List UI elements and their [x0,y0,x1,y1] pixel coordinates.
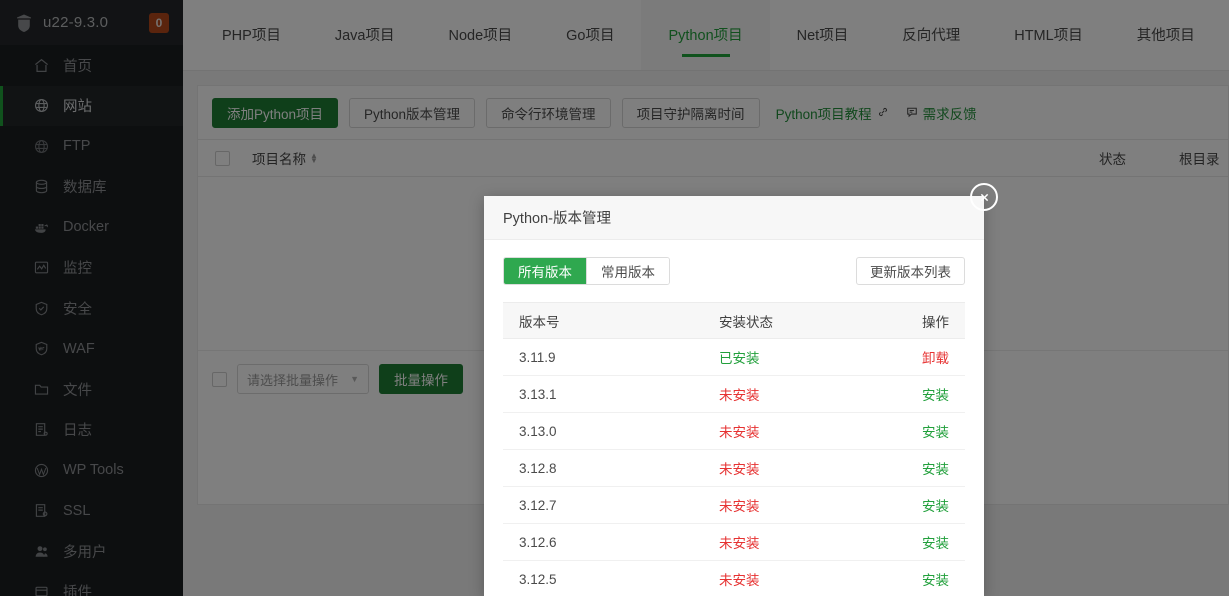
version-number: 3.11.9 [519,349,556,365]
modal-title: Python-版本管理 [484,196,984,240]
column-header-install-status: 安装状态 [719,314,773,330]
table-row: 3.12.7 未安装 安装 [503,487,965,524]
modal-controls-row: 所有版本 常用版本 更新版本列表 [503,257,965,285]
install-status: 未安装 [719,536,760,551]
install-status: 已安装 [719,351,760,366]
install-action-link[interactable]: 安装 [909,569,949,589]
install-action-link[interactable]: 安装 [909,532,949,552]
app-root: u22-9.3.0 0 首页 网站 [0,0,1229,596]
version-number: 3.12.5 [519,571,557,587]
python-version-manager-modal: Python-版本管理 所有版本 常用版本 更新版本列表 版本号 安装状态 操作… [484,196,984,596]
install-action-link[interactable]: 安装 [909,421,949,441]
install-status: 未安装 [719,499,760,514]
install-status: 未安装 [719,425,760,440]
install-action-link[interactable]: 安装 [909,384,949,404]
table-row: 3.13.1 未安装 安装 [503,376,965,413]
install-action-link[interactable]: 安装 [909,495,949,515]
install-action-link[interactable]: 安装 [909,458,949,478]
modal-body: 所有版本 常用版本 更新版本列表 版本号 安装状态 操作 3.11.9 已安装 … [484,240,984,596]
modal-close-button[interactable] [970,183,998,211]
column-header-action: 操作 [922,314,949,330]
refresh-version-list-button[interactable]: 更新版本列表 [856,257,965,285]
install-status: 未安装 [719,462,760,477]
version-number: 3.12.6 [519,534,557,550]
version-table: 版本号 安装状态 操作 3.11.9 已安装 卸载 3.13.1 未安装 安装 … [503,302,965,596]
segment-common-versions[interactable]: 常用版本 [586,258,669,284]
table-row: 3.11.9 已安装 卸载 [503,339,965,376]
version-table-header: 版本号 安装状态 操作 [503,302,965,339]
version-number: 3.12.8 [519,460,557,476]
table-row: 3.12.6 未安装 安装 [503,524,965,561]
install-status: 未安装 [719,388,760,403]
version-filter-segmented-control: 所有版本 常用版本 [503,257,670,285]
segment-all-versions[interactable]: 所有版本 [504,258,586,284]
table-row: 3.12.5 未安装 安装 [503,561,965,596]
install-status: 未安装 [719,573,760,588]
version-number: 3.13.1 [519,386,557,402]
version-number: 3.12.7 [519,497,557,513]
uninstall-action-link[interactable]: 卸载 [909,347,949,367]
version-number: 3.13.0 [519,423,557,439]
table-row: 3.13.0 未安装 安装 [503,413,965,450]
table-row: 3.12.8 未安装 安装 [503,450,965,487]
column-header-version: 版本号 [519,314,560,330]
